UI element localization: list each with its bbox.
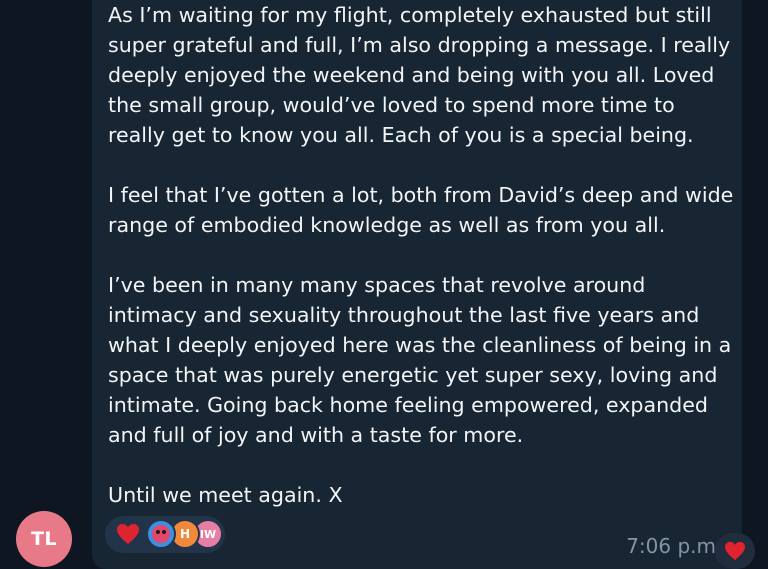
message-timestamp: 7:06 p.m xyxy=(626,534,716,558)
pink-face-icon xyxy=(152,525,170,543)
sender-initials: TL xyxy=(30,528,58,550)
sender-avatar[interactable]: TL xyxy=(16,511,72,567)
red-heart-icon xyxy=(725,541,745,561)
red-heart-icon xyxy=(117,524,139,544)
reactor-avatar xyxy=(146,519,176,549)
reactor-initial: IW xyxy=(199,527,217,541)
chat-area: As I’m waiting for my flight, completely… xyxy=(0,0,768,569)
reactor-initial: H xyxy=(179,527,191,541)
message-text: As I’m waiting for my flight, completely… xyxy=(108,3,734,507)
own-reaction-badge[interactable] xyxy=(715,533,755,569)
